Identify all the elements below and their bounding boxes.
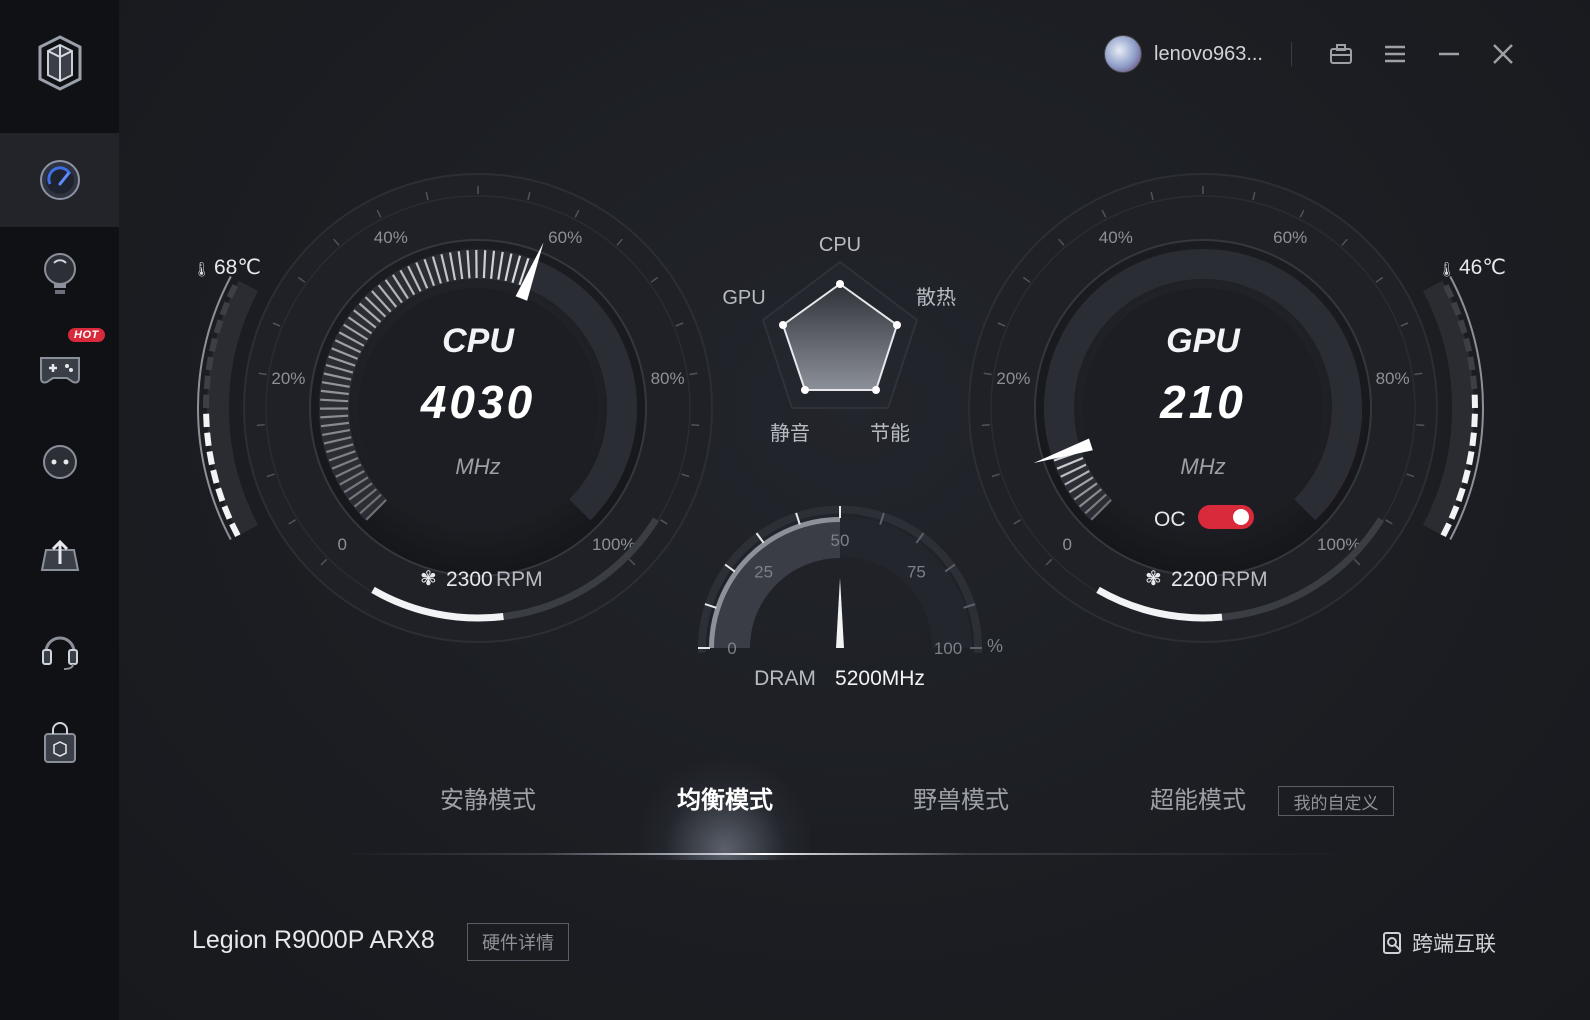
- cpu-temperature: 68℃: [214, 256, 261, 279]
- gpu-temperature: 46℃: [1459, 256, 1506, 279]
- temperature-segment: [205, 356, 214, 371]
- gauge-tick-label: 0: [1062, 535, 1071, 554]
- gauge-tick-label: 20%: [996, 369, 1030, 388]
- gpu-frequency-value: 210: [1159, 376, 1246, 428]
- temperature-segment: [1467, 356, 1476, 371]
- temperature-segment: [1463, 337, 1473, 353]
- temperature-segment: [1461, 469, 1471, 484]
- gauge-tick-mark: [1416, 424, 1425, 427]
- dram-needle: [836, 578, 844, 648]
- temperature-segment: [210, 469, 220, 484]
- radar-label-cooling: 散热: [916, 286, 956, 309]
- gpu-gauge: 020%40% 60%80%100% GPU 210 MHz OC 🌡 46℃ ✾…: [968, 173, 1506, 643]
- gauge-tick-label: 40%: [1099, 228, 1133, 247]
- oc-toggle[interactable]: [1198, 505, 1254, 529]
- gauge-tick-mark: [981, 424, 990, 427]
- gpu-frequency-unit: MHz: [1180, 454, 1225, 479]
- temperature-segment: [203, 375, 211, 390]
- mode-indicator-line: [340, 853, 1350, 855]
- cpu-frequency-value: 4030: [420, 376, 535, 428]
- cpu-fan-speed: 2300: [446, 568, 493, 591]
- cpu-fan-unit: RPM: [496, 568, 543, 591]
- dram-tick-label: 75: [907, 563, 926, 582]
- cross-device-label: 跨端互联: [1412, 933, 1496, 956]
- gpu-label: GPU: [1166, 322, 1241, 360]
- gauge-tick-label: 0: [337, 535, 346, 554]
- thermometer-icon: 🌡: [1438, 261, 1456, 277]
- dram-label: DRAM: [754, 667, 816, 690]
- tab-balanced-mode[interactable]: 均衡模式: [677, 780, 773, 815]
- dram-unit: %: [987, 636, 1003, 656]
- performance-radar: CPU GPU 散热 静音 节能: [722, 234, 956, 445]
- gauge-load-bar: [320, 398, 349, 403]
- dram-tick-label: 100: [934, 639, 962, 658]
- dram-tick-label: 0: [727, 639, 736, 658]
- thermometer-icon: 🌡: [193, 261, 211, 277]
- dram-tick-label: 50: [831, 531, 850, 550]
- cross-device-icon: [1383, 932, 1402, 954]
- gauge-tick-label: 80%: [651, 369, 685, 388]
- monitor-gauges: 0 20% 40% 60% 80% 100% CPU 4030 MHz 🌡 68℃ ✾ 2…: [193, 173, 1506, 690]
- fan-icon: ✾: [1145, 568, 1162, 590]
- performance-mode-tabs: 安静模式 均衡模式 野兽模式 超能模式: [340, 780, 1420, 830]
- tab-quiet-mode[interactable]: 安静模式: [440, 780, 536, 815]
- gpu-fan-speed: 2200: [1171, 568, 1218, 591]
- gauge-tick-label: 40%: [374, 228, 408, 247]
- radar-label-eco: 节能: [870, 422, 910, 445]
- gauge-tick-label: 20%: [271, 369, 305, 388]
- gpu-fan-unit: RPM: [1221, 568, 1268, 591]
- fan-icon: ✾: [420, 568, 437, 590]
- dram-gauge: 0 25 50 75 100% DRAM 5200MHz: [698, 505, 1003, 690]
- temperature-segment: [1469, 432, 1477, 447]
- temperature-segment: [206, 450, 215, 466]
- gauge-tick-mark: [256, 424, 265, 427]
- temperature-segment: [215, 487, 226, 502]
- tab-beast-mode[interactable]: 野兽模式: [913, 780, 1009, 815]
- temperature-segment: [213, 319, 224, 334]
- device-model: Legion R9000P ARX8: [192, 926, 435, 954]
- temperature-segment: [1457, 319, 1468, 334]
- custom-mode-button[interactable]: 我的自定义: [1278, 786, 1394, 816]
- radar-label-quiet: 静音: [770, 422, 810, 445]
- gauge-tick-mark: [691, 424, 700, 427]
- dram-frequency: 5200MHz: [835, 667, 925, 690]
- oc-label: OC: [1154, 508, 1186, 531]
- temperature-segment: [203, 413, 210, 428]
- gauge-load-bar: [482, 250, 487, 279]
- hardware-details-button[interactable]: 硬件详情: [467, 923, 569, 961]
- radar-label-cpu: CPU: [819, 234, 861, 256]
- cross-device-link[interactable]: 跨端互联: [1382, 928, 1496, 958]
- gauge-tick-label: 80%: [1376, 369, 1410, 388]
- dram-tick-label: 25: [754, 563, 773, 582]
- cpu-gauge: 020%40% 60%80%100% CPU 4030 MHz 🌡 68℃ ✾ 2…: [193, 173, 713, 643]
- gauge-tick-label: 60%: [548, 228, 582, 247]
- cpu-label: CPU: [442, 322, 515, 360]
- tab-super-mode[interactable]: 超能模式: [1150, 780, 1246, 815]
- temperature-segment: [204, 432, 212, 447]
- temperature-segment: [1466, 450, 1475, 466]
- temperature-segment: [208, 337, 218, 353]
- temperature-segment: [1471, 413, 1478, 428]
- temperature-segment: [1455, 487, 1466, 502]
- radar-label-gpu: GPU: [722, 287, 765, 309]
- temperature-segment: [1470, 375, 1478, 390]
- gauge-tick-label: 60%: [1273, 228, 1307, 247]
- cpu-frequency-unit: MHz: [455, 454, 500, 479]
